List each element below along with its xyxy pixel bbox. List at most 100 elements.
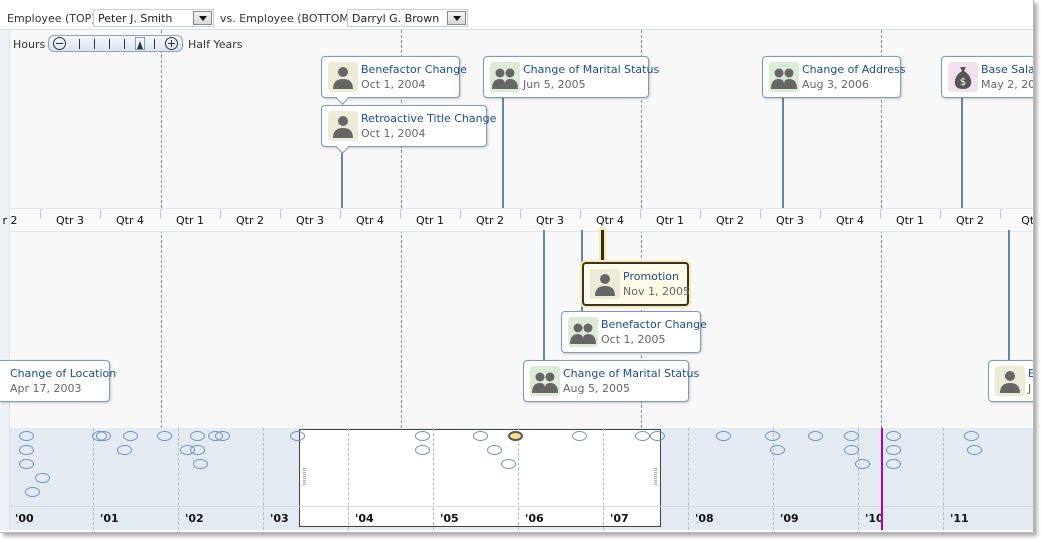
year-gridline xyxy=(858,428,859,530)
event-marker[interactable] xyxy=(290,431,305,441)
selected-event-marker[interactable] xyxy=(508,431,523,441)
quarter-label: Qtr 2 xyxy=(236,214,264,227)
event-marker[interactable] xyxy=(473,431,488,441)
current-time-marker xyxy=(881,428,883,530)
quarter-label: Qtr 4 xyxy=(116,214,144,227)
event-card[interactable]: $ Base Salar May 2, 200 xyxy=(941,56,1033,98)
event-card[interactable]: Benefactor Change Oct 1, 2005 xyxy=(561,311,707,353)
toolbar: Employee (TOP) Peter J. Smith vs. Employ… xyxy=(0,0,1033,30)
chevron-down-icon[interactable] xyxy=(447,11,466,25)
year-label: '07 xyxy=(610,512,629,525)
event-marker[interactable] xyxy=(35,473,50,483)
event-title[interactable]: Benefactor Change xyxy=(361,63,467,76)
employee-bottom-label: vs. Employee (BOTTOM) xyxy=(220,12,354,25)
year-gridline xyxy=(348,428,349,530)
event-stem xyxy=(782,98,784,208)
event-date: Jun 5, 2005 xyxy=(523,78,586,91)
event-marker[interactable] xyxy=(117,445,132,455)
year-gridline xyxy=(603,428,604,530)
event-marker[interactable] xyxy=(415,445,430,455)
employee-top-value: Peter J. Smith xyxy=(98,12,173,25)
event-marker[interactable] xyxy=(964,431,979,441)
event-title[interactable]: Benefactor Change xyxy=(601,318,707,331)
event-marker[interactable] xyxy=(19,431,34,441)
quarter-label: Qtr 2 xyxy=(956,214,984,227)
event-marker[interactable] xyxy=(157,431,172,441)
event-marker[interactable] xyxy=(650,431,665,441)
event-marker[interactable] xyxy=(193,459,208,469)
event-marker[interactable] xyxy=(25,487,40,497)
zoom-tick[interactable] xyxy=(79,39,80,49)
employee-top-select[interactable]: Peter J. Smith xyxy=(93,9,214,27)
overview-navigator[interactable]: '00'01'02'03'04'05'06'07'08'09'10'11 xyxy=(10,428,1033,530)
minus-circle-icon[interactable] xyxy=(53,37,66,50)
event-stem xyxy=(961,98,963,208)
zoom-tick[interactable] xyxy=(154,39,155,49)
year-gridline xyxy=(773,428,774,530)
plus-circle-icon[interactable] xyxy=(165,37,178,50)
event-marker[interactable] xyxy=(765,431,780,441)
event-card[interactable]: Change of Location Apr 17, 2003 xyxy=(0,360,116,402)
event-marker[interactable] xyxy=(808,431,823,441)
zoom-tick[interactable] xyxy=(109,39,110,49)
year-label: '04 xyxy=(355,512,374,525)
quarter-label: Qtr 1 xyxy=(656,214,684,227)
event-title[interactable]: E xyxy=(1028,367,1033,380)
event-card[interactable]: Change of Address Aug 3, 2006 xyxy=(762,56,906,98)
event-marker[interactable] xyxy=(19,445,34,455)
event-marker[interactable] xyxy=(215,431,230,441)
event-marker[interactable] xyxy=(770,445,785,455)
event-title[interactable]: Change of Address xyxy=(802,63,906,76)
event-marker[interactable] xyxy=(716,431,731,441)
event-marker[interactable] xyxy=(487,445,502,455)
event-marker[interactable] xyxy=(886,445,901,455)
event-title[interactable]: Change of Marital Status xyxy=(523,63,659,76)
event-card[interactable]: E J xyxy=(988,360,1033,402)
selected-event-card[interactable]: Promotion Nov 1, 2005 xyxy=(582,262,690,306)
event-card[interactable]: Benefactor Change Oct 1, 2004 xyxy=(321,56,467,105)
year-gridline xyxy=(263,428,264,530)
employee-bottom-select[interactable]: Darryl G. Brown xyxy=(347,9,468,27)
event-title[interactable]: Retroactive Title Change xyxy=(361,112,496,125)
event-marker[interactable] xyxy=(967,445,982,455)
event-marker[interactable] xyxy=(635,431,650,441)
event-card[interactable]: Change of Marital Status Aug 5, 2005 xyxy=(523,360,699,402)
event-title[interactable]: Change of Marital Status xyxy=(563,367,699,380)
event-title[interactable]: Base Salar xyxy=(981,63,1033,76)
event-marker[interactable] xyxy=(501,459,516,469)
year-gridline xyxy=(433,428,434,530)
event-stem xyxy=(543,230,545,360)
event-marker[interactable] xyxy=(415,431,430,441)
employee-top-label: Employee (TOP) xyxy=(7,12,96,25)
event-marker[interactable] xyxy=(886,459,901,469)
zoom-thumb[interactable] xyxy=(135,37,145,50)
event-marker[interactable] xyxy=(190,445,205,455)
event-date: Nov 1, 2005 xyxy=(623,285,690,298)
event-card[interactable]: Change of Marital Status Jun 5, 2005 xyxy=(483,56,659,98)
chevron-down-icon[interactable] xyxy=(193,11,212,25)
event-title[interactable]: Promotion xyxy=(623,270,679,283)
event-marker[interactable] xyxy=(123,431,138,441)
zoom-tick[interactable] xyxy=(124,39,125,49)
zoom-slider[interactable] xyxy=(48,35,183,52)
zoom-tick[interactable] xyxy=(94,39,95,49)
event-marker[interactable] xyxy=(190,431,205,441)
event-marker[interactable] xyxy=(855,459,870,469)
viewport-right-handle[interactable] xyxy=(654,468,657,486)
event-title[interactable]: Change of Location xyxy=(10,367,116,380)
event-date: Oct 1, 2004 xyxy=(361,127,426,140)
overview-viewport[interactable] xyxy=(299,429,661,527)
event-date: J xyxy=(1028,382,1032,395)
event-card[interactable]: Retroactive Title Change Oct 1, 2004 xyxy=(321,105,496,154)
event-marker[interactable] xyxy=(572,431,587,441)
event-marker[interactable] xyxy=(844,445,859,455)
year-label: '02 xyxy=(185,512,204,525)
event-marker[interactable] xyxy=(886,431,901,441)
event-marker[interactable] xyxy=(844,431,859,441)
quarter-label: r 2 xyxy=(2,214,18,227)
event-marker[interactable] xyxy=(19,459,34,469)
event-marker[interactable] xyxy=(96,431,111,441)
year-label: '00 xyxy=(15,512,34,525)
event-date: Oct 1, 2004 xyxy=(361,78,426,91)
viewport-left-handle[interactable] xyxy=(303,468,306,486)
